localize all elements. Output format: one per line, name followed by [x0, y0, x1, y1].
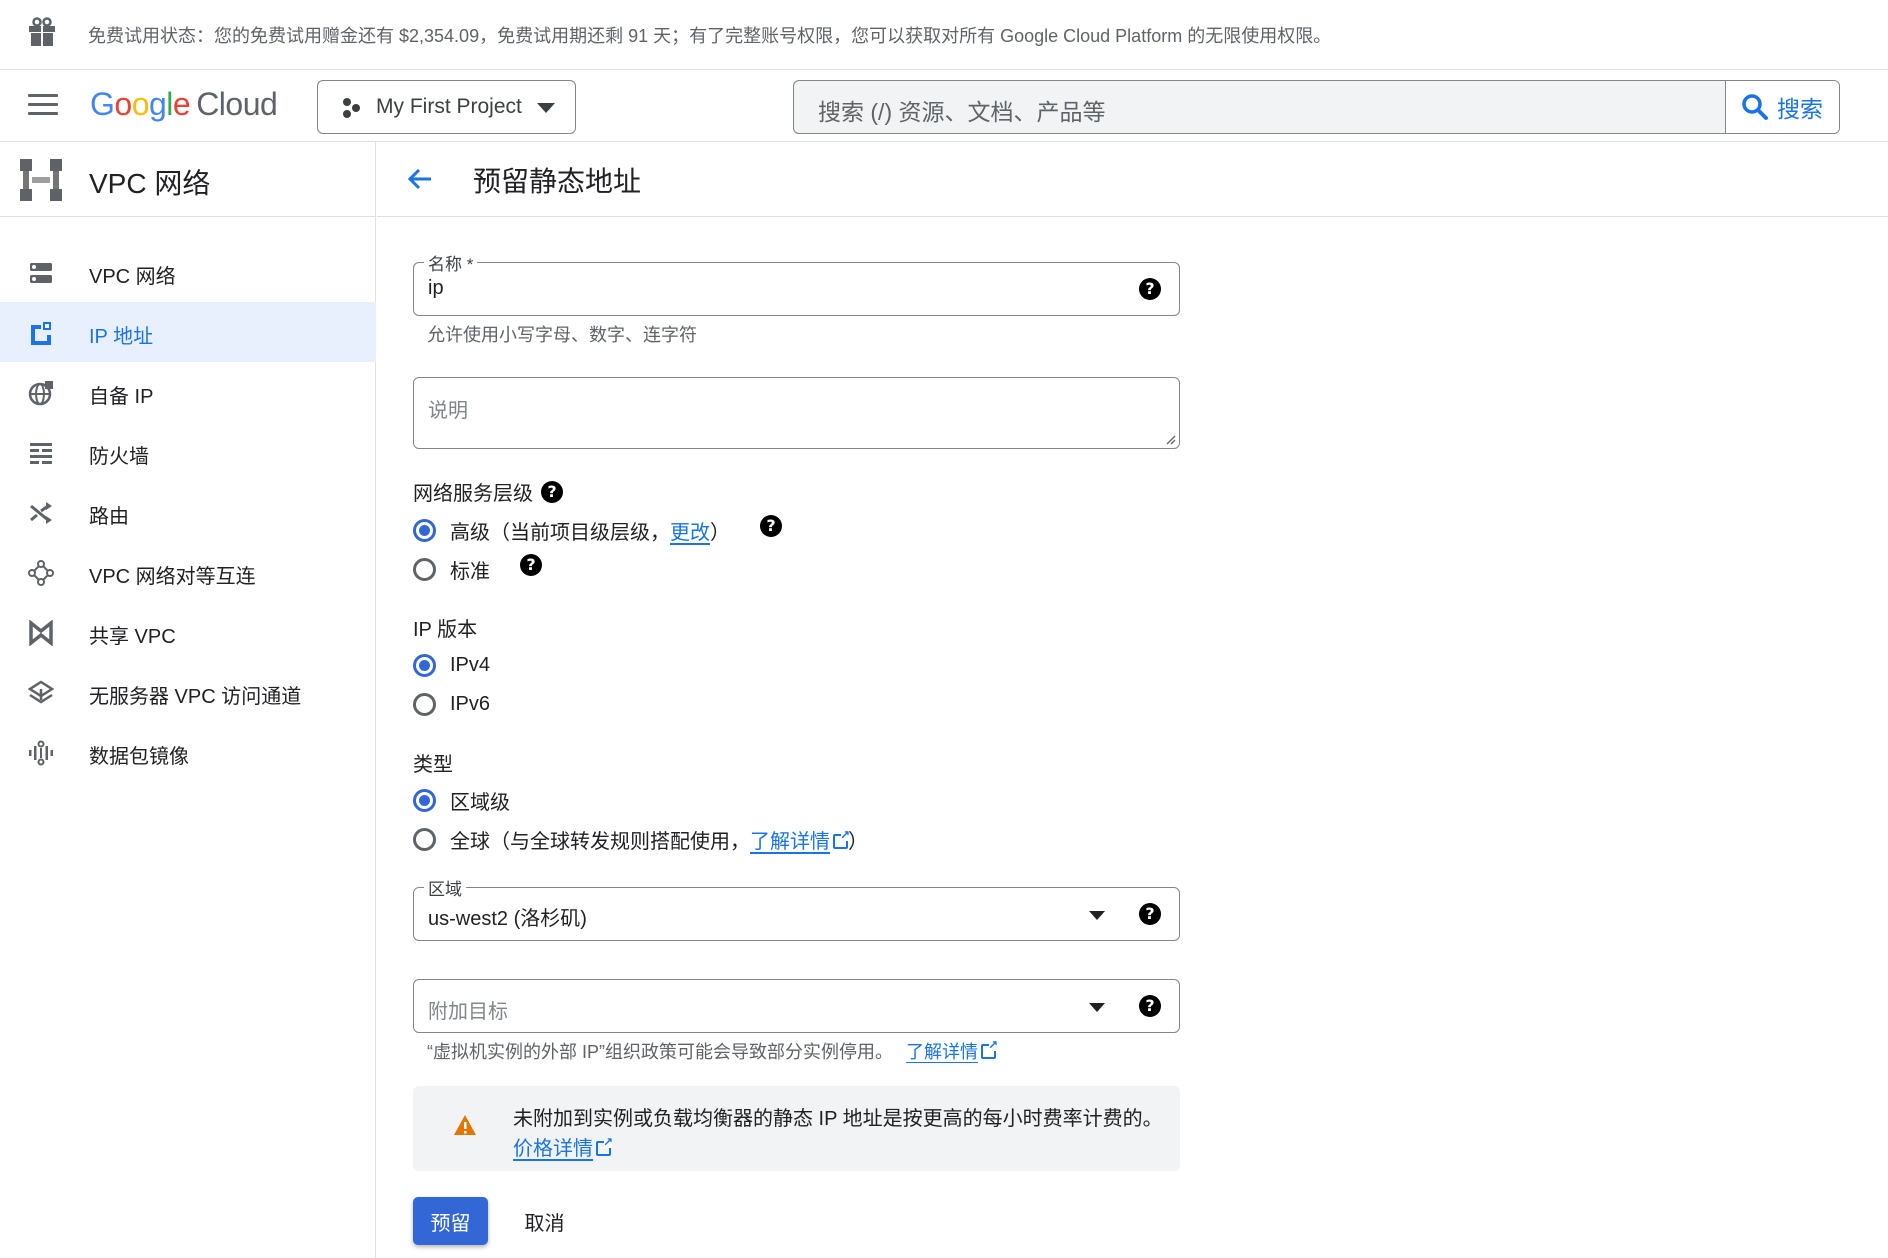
- search-input[interactable]: 搜索 (/) 资源、文档、产品等: [818, 93, 1106, 127]
- region-select[interactable]: 区域 us-west2 (洛杉矶) ?: [413, 875, 1180, 941]
- radio-button-selected[interactable]: [413, 653, 436, 677]
- ip-version-label: IP 版本: [413, 619, 478, 641]
- dropdown-arrow-icon[interactable]: [1089, 1003, 1105, 1012]
- sidebar-item-serverless-vpc[interactable]: 无服务器 VPC 访问通道: [0, 662, 376, 722]
- radio-button[interactable]: [413, 827, 436, 851]
- type-label: 类型: [413, 754, 453, 776]
- gift-icon: [29, 17, 55, 46]
- network-tier-label: 网络服务层级: [413, 483, 533, 505]
- radio-button[interactable]: [413, 557, 436, 581]
- resize-handle-icon[interactable]: [1164, 433, 1176, 445]
- name-field-label: 名称 *: [424, 250, 478, 275]
- sidebar-item-routes[interactable]: 路由: [0, 482, 376, 542]
- free-trial-banner: 免费试用状态：您的免费试用赠金还有 $2,354.09，免费试用期还剩 91 天…: [0, 0, 1888, 70]
- main-menu-button[interactable]: [28, 94, 58, 118]
- project-name: My First Project: [376, 95, 522, 118]
- external-link-icon: [833, 828, 850, 849]
- external-link-icon: [981, 1038, 998, 1059]
- sidebar-item-ip-addresses[interactable]: IP 地址: [0, 302, 376, 362]
- page-title: 预留静态地址: [473, 166, 642, 197]
- project-selector[interactable]: My First Project: [317, 80, 576, 134]
- sidebar-item-shared-vpc[interactable]: 共享 VPC: [0, 602, 376, 662]
- firewall-icon: [30, 443, 52, 464]
- sidebar-item-byoip[interactable]: 自备 IP: [0, 362, 376, 422]
- radio-button-selected[interactable]: [413, 788, 436, 812]
- attach-target-select[interactable]: 附加目标 ?: [413, 979, 1180, 1033]
- vpc-network-icon: [30, 263, 52, 283]
- name-hint: 允许使用小写字母、数字、连字符: [427, 325, 697, 345]
- name-field[interactable]: 名称 * ip ?: [413, 250, 1180, 316]
- network-tier-section: 网络服务层级 ?: [413, 477, 563, 506]
- sidebar-item-vpc-peering[interactable]: VPC 网络对等互连: [0, 542, 376, 602]
- sidebar-header: VPC 网络: [0, 142, 376, 217]
- pricing-details-link[interactable]: 价格详情: [513, 1138, 593, 1160]
- top-header: Google Cloud My First Project 搜索 (/) 资源、文…: [0, 70, 1888, 142]
- shared-vpc-icon: [29, 620, 53, 646]
- sidebar-nav: VPC 网络 IP 地址 自备 IP 防火墙 路由 VPC 网络对等互连 共享 …: [0, 242, 376, 782]
- help-icon[interactable]: ?: [1139, 903, 1161, 925]
- help-icon[interactable]: ?: [520, 554, 542, 576]
- description-input[interactable]: 说明: [428, 394, 468, 423]
- region-value: us-west2 (洛杉矶): [428, 908, 587, 930]
- radio-ipv6[interactable]: IPv6: [413, 689, 490, 719]
- attach-target-placeholder: 附加目标: [428, 1001, 508, 1023]
- description-field[interactable]: 说明: [413, 377, 1180, 449]
- vpc-product-icon: [20, 159, 62, 201]
- sidebar-item-vpc-networks[interactable]: VPC 网络: [0, 242, 376, 302]
- attach-target-hint: “虚拟机实例的外部 IP”组织政策可能会导致部分实例停用。 了解详情: [427, 1038, 998, 1064]
- warning-icon: [454, 1115, 476, 1135]
- radio-button[interactable]: [413, 692, 436, 716]
- help-icon[interactable]: ?: [760, 515, 782, 537]
- chevron-down-icon: [537, 103, 555, 113]
- globe-icon: [28, 381, 53, 406]
- google-cloud-logo[interactable]: Google Cloud: [90, 86, 278, 123]
- radio-global[interactable]: 全球（与全球转发规则搭配使用，了解详情）: [413, 824, 868, 854]
- cancel-button[interactable]: 取消: [507, 1197, 582, 1245]
- search-bar[interactable]: 搜索 (/) 资源、文档、产品等 搜索: [793, 80, 1840, 134]
- radio-regional[interactable]: 区域级: [413, 785, 510, 815]
- radio-premium-tier[interactable]: 高级（当前项目级层级，更改） ?: [413, 515, 782, 545]
- pricing-warning: 未附加到实例或负载均衡器的静态 IP 地址是按更高的每小时费率计费的。 价格详情: [413, 1086, 1180, 1171]
- peering-icon: [28, 560, 54, 586]
- external-link-icon: [596, 1135, 613, 1156]
- search-button[interactable]: 搜索: [1725, 81, 1839, 133]
- packet-mirroring-icon: [29, 740, 53, 766]
- change-tier-link[interactable]: 更改: [670, 522, 710, 544]
- serverless-icon: [28, 680, 54, 704]
- menu-icon: [28, 94, 58, 97]
- help-icon[interactable]: ?: [541, 480, 563, 503]
- learn-more-link[interactable]: 了解详情: [906, 1042, 978, 1062]
- reserve-button[interactable]: 预留: [413, 1197, 488, 1245]
- sidebar: VPC 网络 VPC 网络 IP 地址 自备 IP 防火墙 路由 VPC 网络对…: [0, 142, 376, 1258]
- back-arrow-icon[interactable]: [405, 164, 435, 194]
- help-icon[interactable]: ?: [1139, 278, 1161, 300]
- sidebar-item-packet-mirroring[interactable]: 数据包镜像: [0, 722, 376, 782]
- radio-standard-tier[interactable]: 标准 ?: [413, 554, 542, 584]
- sidebar-title: VPC 网络: [89, 168, 211, 199]
- region-label: 区域: [424, 875, 466, 900]
- radio-ipv4[interactable]: IPv4: [413, 650, 490, 680]
- routes-icon: [30, 502, 52, 524]
- learn-more-link[interactable]: 了解详情: [750, 831, 830, 853]
- page-header: 预留静态地址: [377, 142, 1888, 217]
- radio-button-selected[interactable]: [413, 518, 436, 542]
- help-icon[interactable]: ?: [1139, 995, 1161, 1017]
- ip-address-icon: [31, 322, 51, 345]
- project-icon: [343, 98, 360, 118]
- sidebar-item-firewall[interactable]: 防火墙: [0, 422, 376, 482]
- warning-text: 未附加到实例或负载均衡器的静态 IP 地址是按更高的每小时费率计费的。: [513, 1108, 1163, 1130]
- dropdown-arrow-icon[interactable]: [1089, 911, 1105, 920]
- free-trial-message: 免费试用状态：您的免费试用赠金还有 $2,354.09，免费试用期还剩 91 天…: [88, 26, 1332, 46]
- search-icon: [1742, 94, 1768, 120]
- name-input[interactable]: ip: [428, 277, 444, 300]
